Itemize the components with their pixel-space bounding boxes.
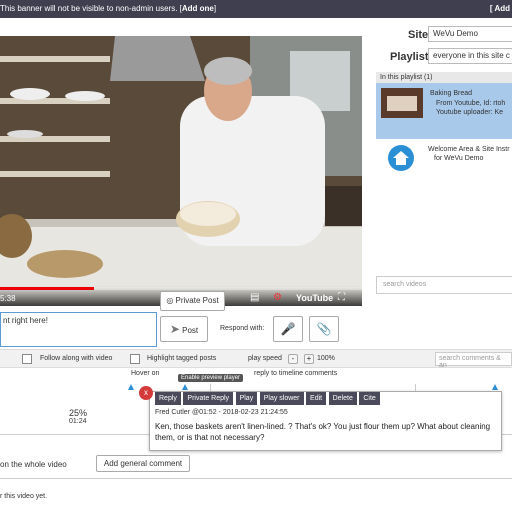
video-player[interactable]: 5:38 ▤ ⚙ YouTube ⛶ [0, 36, 362, 306]
comment-body: Ken, those baskets aren't linen-lined. ?… [155, 422, 491, 442]
settings-icon[interactable]: ⚙ [273, 292, 282, 303]
video-progress-bar[interactable] [0, 287, 362, 290]
admin-banner: This banner will not be visible to non-a… [0, 0, 512, 18]
private-post-toggle[interactable]: ◎ Private Post [160, 291, 225, 311]
play-button[interactable]: Play [235, 392, 258, 405]
timeline-timestamp: 01:24 [69, 418, 87, 425]
comment-popup: Reply Private Reply Play Play slower Edi… [149, 391, 502, 451]
paperclip-icon: 📎 [316, 322, 332, 336]
search-videos-input[interactable]: search videos [376, 276, 512, 294]
video-thumbnail [381, 88, 423, 118]
playlist-select[interactable]: everyone in this site c [428, 48, 512, 64]
microphone-button[interactable]: 🎤 [273, 316, 303, 342]
comment-input[interactable]: nt right here! [0, 312, 157, 347]
delete-button[interactable]: Delete [328, 392, 357, 405]
attach-button[interactable]: 📎 [309, 316, 339, 342]
cite-button[interactable]: Cite [359, 392, 380, 405]
playlist-item-title: Welcome Area & Site Instr [428, 146, 510, 153]
play-slower-button[interactable]: Play slower [259, 392, 304, 405]
comment-meta: Fred Cutler @01:52 - 2018-02-23 21:24:55 [155, 409, 288, 416]
private-reply-button[interactable]: Private Reply [183, 392, 234, 405]
youtube-logo[interactable]: YouTube [296, 293, 333, 303]
add-general-comment-button[interactable]: Add general comment [96, 455, 190, 472]
comment-actions: Reply Private Reply Play Play slower Edi… [155, 392, 380, 405]
timeline-hint-reply: reply to timeline comments [254, 370, 338, 377]
video-frame [0, 36, 362, 306]
controls-bar: Follow along with video Highlight tagged… [0, 349, 512, 369]
preview-tooltip: Enable preview player [178, 374, 244, 382]
eye-slash-icon: ◎ [166, 296, 174, 305]
sidebar: Site WeVu Demo Playlist everyone in this… [362, 18, 512, 303]
timeline-marker[interactable] [182, 384, 188, 390]
post-button[interactable]: ➤ Post [160, 316, 208, 342]
comment-timestamp: @01:52 - 2018-02-23 21:24:55 [191, 409, 288, 416]
site-label: Site [408, 29, 429, 41]
playlist-label: Playlist [390, 51, 429, 63]
search-comments-input[interactable]: search comments & an [435, 352, 512, 369]
empty-comments-text: r this video yet. [0, 493, 48, 500]
general-comment-label: on the whole video [0, 460, 67, 469]
reply-button[interactable]: Reply [155, 392, 181, 405]
timeline-percent: 25% [69, 408, 88, 418]
playlist-item[interactable]: Welcome Area & Site Instr for WeVu Demo [376, 139, 512, 175]
speed-value: 100% [317, 355, 335, 362]
add-banner-link-right[interactable]: [ Add [490, 4, 510, 13]
playlist-item-title: Baking Bread [430, 90, 473, 97]
timeline-marker[interactable] [128, 384, 134, 390]
home-icon [388, 145, 414, 171]
fullscreen-icon[interactable]: ⛶ [338, 292, 345, 303]
site-select[interactable]: WeVu Demo [428, 26, 512, 42]
highlight-label: Highlight tagged posts [147, 355, 217, 362]
speed-up-button[interactable]: + [304, 354, 314, 364]
highlight-checkbox[interactable] [130, 354, 140, 364]
video-time: 5:38 [0, 294, 16, 303]
playlist-item-subtitle: for WeVu Demo [434, 155, 484, 162]
playlist-item-uploader: Youtube uploader: Ke [436, 109, 504, 116]
close-comment-icon[interactable]: x [139, 386, 153, 400]
captions-icon[interactable]: ▤ [250, 292, 259, 303]
playlist-item-source: From Youtube, Id: rtoh [436, 100, 506, 107]
edit-button[interactable]: Edit [306, 392, 327, 405]
respond-with-label: Respond with: [220, 325, 265, 332]
speed-down-button[interactable]: - [288, 354, 298, 364]
banner-text: This banner will not be visible to non-a… [0, 4, 217, 13]
playlist-header: In this playlist (1) [376, 72, 512, 83]
follow-label: Follow along with video [40, 355, 113, 362]
microphone-icon: 🎤 [280, 322, 296, 336]
timeline-hint: Hover on [131, 370, 160, 377]
play-speed-label: play speed [248, 355, 282, 362]
timeline-marker[interactable] [492, 384, 498, 390]
send-icon: ➤ [169, 322, 180, 336]
follow-checkbox[interactable] [22, 354, 32, 364]
comment-author: Fred Cutler [155, 409, 191, 416]
add-banner-link[interactable]: Add one [182, 4, 214, 13]
playlist-item-active[interactable]: Baking Bread From Youtube, Id: rtoh Yout… [376, 83, 512, 139]
